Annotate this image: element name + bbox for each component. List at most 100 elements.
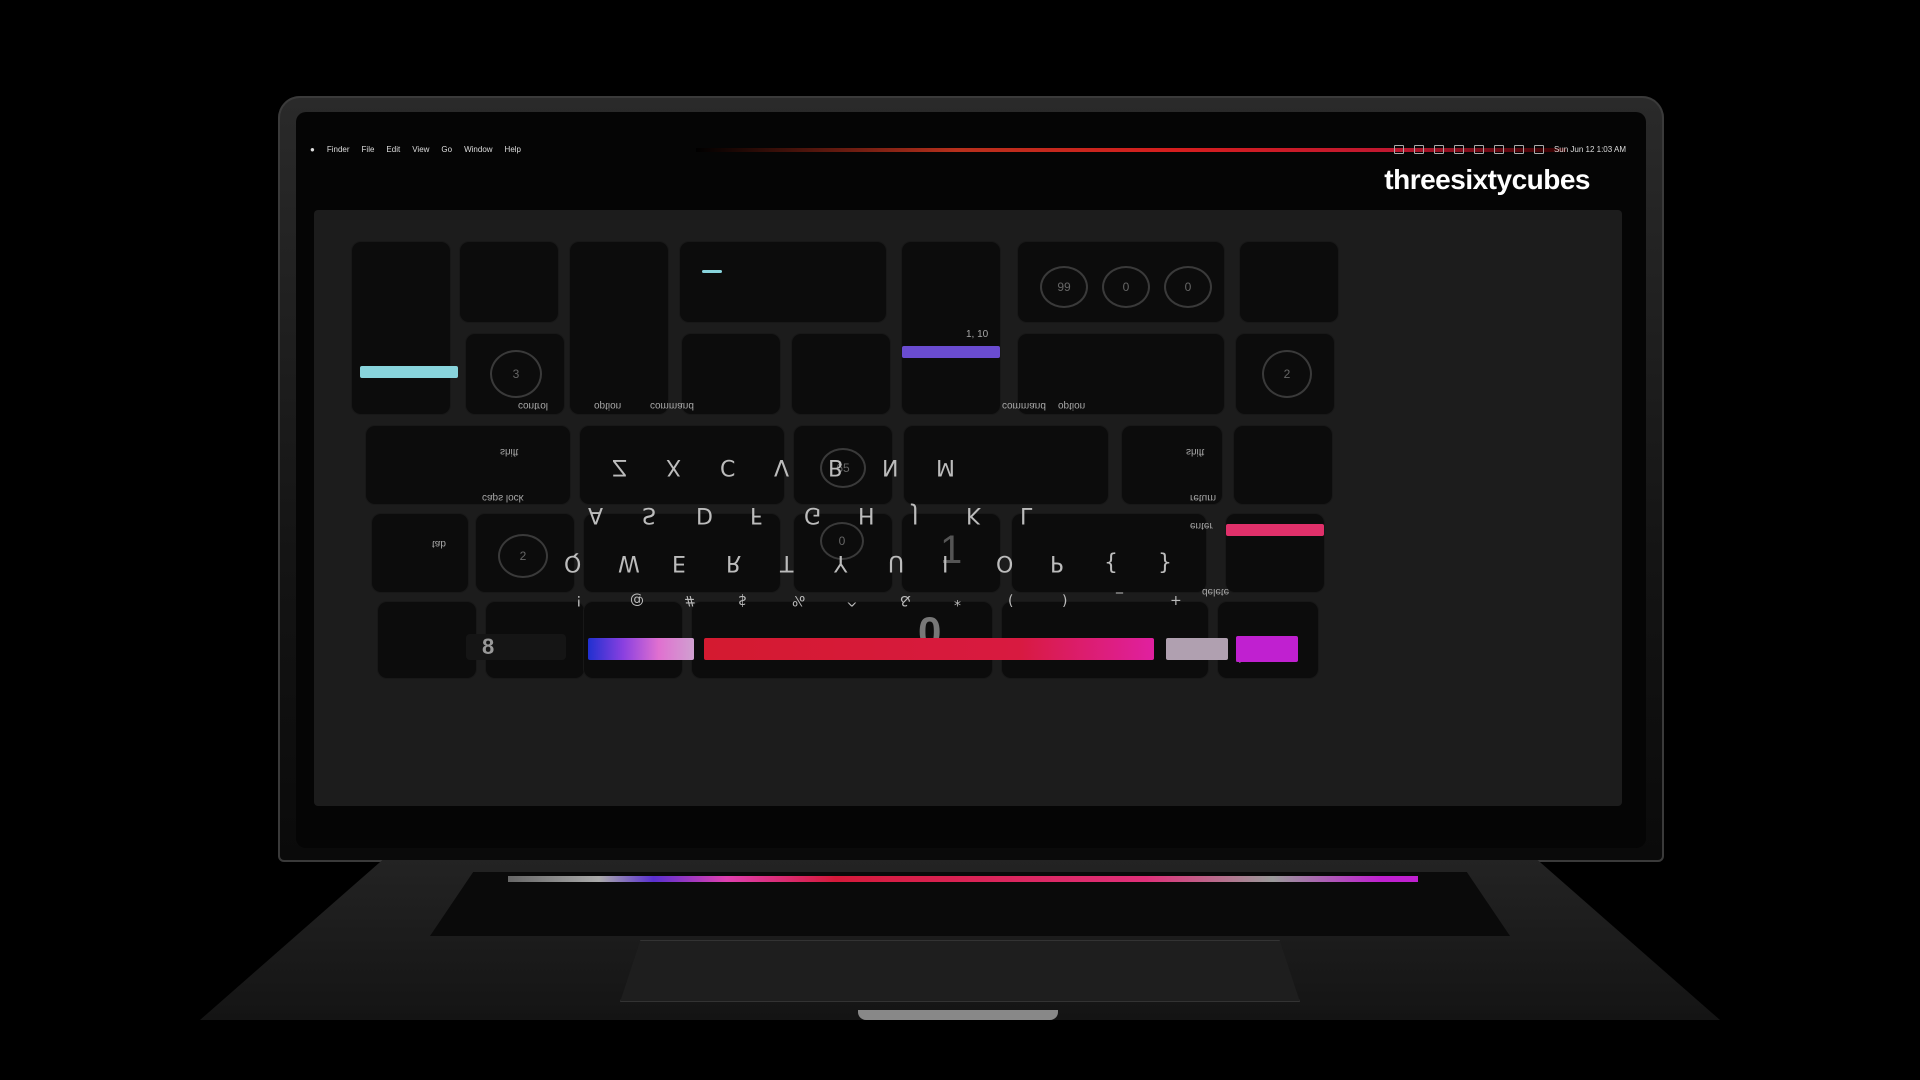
glyph-paren-close: ) bbox=[1062, 592, 1068, 608]
key-tile[interactable] bbox=[904, 426, 1108, 504]
glyph-k: K bbox=[966, 502, 981, 527]
menu-window[interactable]: Window bbox=[464, 145, 492, 154]
status-icon[interactable] bbox=[1433, 144, 1444, 154]
key-tile[interactable]: 2 bbox=[476, 514, 574, 592]
status-icon[interactable] bbox=[1393, 144, 1404, 154]
label-option: option bbox=[594, 400, 622, 411]
key-tile[interactable] bbox=[460, 242, 558, 322]
dial[interactable]: 3 bbox=[490, 350, 542, 398]
key-tile[interactable] bbox=[1240, 242, 1338, 322]
key-tile[interactable] bbox=[682, 334, 780, 414]
volume-icon[interactable] bbox=[1533, 144, 1544, 154]
glyph-d: D bbox=[696, 502, 713, 527]
glyph-underscore: _ bbox=[1116, 592, 1123, 608]
keyboard-visualizer-panel: 1, 10 99 0 0 3 2 65 2 0 1 0 8 control op… bbox=[314, 210, 1622, 806]
glyph-q: Q bbox=[564, 550, 582, 575]
big-digit-8: 8 bbox=[482, 634, 495, 659]
glyph-u: U bbox=[888, 550, 905, 575]
glyph-caret: ^ bbox=[846, 592, 858, 608]
glyph-c: C bbox=[720, 454, 736, 479]
label-tab: tab bbox=[432, 538, 446, 549]
key-tile[interactable] bbox=[1234, 426, 1332, 504]
dial[interactable]: 99 bbox=[1040, 266, 1088, 308]
glyph-w: W bbox=[618, 550, 640, 575]
level-bar-purple bbox=[902, 346, 1000, 358]
glyph-j: J bbox=[912, 502, 919, 527]
glyph-plus: + bbox=[1170, 592, 1182, 608]
glyph-v: V bbox=[774, 454, 790, 479]
trackpad[interactable] bbox=[620, 940, 1300, 1002]
touchbar-key[interactable]: 8 bbox=[466, 634, 566, 660]
key-tile[interactable] bbox=[570, 242, 668, 414]
glyph-y: Y bbox=[834, 550, 848, 575]
touchbar-grey-bar[interactable] bbox=[1166, 638, 1228, 660]
key-tile[interactable] bbox=[378, 602, 476, 678]
key-tile[interactable]: 1, 10 bbox=[902, 242, 1000, 414]
glyph-n: N bbox=[882, 454, 899, 479]
menubar-clock[interactable]: Sun Jun 12 1:03 AM bbox=[1554, 145, 1626, 154]
key-tile[interactable]: 3 bbox=[466, 334, 564, 414]
level-bar-pink bbox=[1226, 524, 1324, 536]
label-option-right: option bbox=[1058, 400, 1086, 411]
touchbar-red-bar[interactable] bbox=[704, 638, 1154, 660]
key-tile[interactable] bbox=[1018, 334, 1224, 414]
menu-help[interactable]: Help bbox=[505, 145, 521, 154]
key-tile[interactable] bbox=[372, 514, 468, 592]
glyph-m: M bbox=[936, 454, 955, 479]
label-shift-right: shift bbox=[1186, 446, 1205, 457]
key-tile[interactable] bbox=[792, 334, 890, 414]
key-tile[interactable] bbox=[1226, 514, 1324, 592]
wifi-icon[interactable] bbox=[1493, 144, 1504, 154]
menu-finder[interactable]: Finder bbox=[327, 145, 350, 154]
label-control: control bbox=[518, 400, 549, 411]
glyph-f: F bbox=[750, 502, 763, 527]
touchbar-gradient-bar[interactable] bbox=[588, 638, 694, 660]
menubar: ● Finder File Edit View Go Window Help S… bbox=[296, 142, 1646, 156]
glyph-i: I bbox=[942, 550, 949, 575]
key-tile[interactable] bbox=[352, 242, 458, 414]
brand-title: threesixtycubes bbox=[1384, 164, 1590, 195]
glyph-z: Z bbox=[612, 454, 628, 479]
search-icon[interactable] bbox=[1513, 144, 1524, 154]
hinge-notch bbox=[858, 1010, 1058, 1020]
level-bar-cyan bbox=[360, 366, 458, 378]
glyph-b: B bbox=[828, 454, 844, 479]
label-delete: delete bbox=[1202, 586, 1230, 597]
key-tile[interactable]: 99 0 0 bbox=[1018, 242, 1224, 322]
glyph-o: O bbox=[996, 550, 1014, 575]
glyph-brace-open: { bbox=[1104, 550, 1118, 575]
dial[interactable]: 0 bbox=[1164, 266, 1212, 308]
glyph-brace-close: } bbox=[1158, 550, 1172, 575]
battery-icon[interactable] bbox=[1473, 144, 1484, 154]
glyph-e: E bbox=[672, 550, 686, 575]
touchbar-magenta-bar[interactable] bbox=[1236, 636, 1298, 662]
key-tile[interactable]: 2 bbox=[1236, 334, 1334, 414]
label-command: command bbox=[650, 400, 694, 411]
menu-file[interactable]: File bbox=[362, 145, 375, 154]
menu-view[interactable]: View bbox=[412, 145, 429, 154]
ratio-label: 1, 10 bbox=[966, 329, 989, 340]
glyph-star: * bbox=[954, 592, 961, 608]
label-shift: shift bbox=[500, 446, 519, 457]
dial[interactable]: 2 bbox=[1262, 350, 1312, 398]
menu-go[interactable]: Go bbox=[441, 145, 452, 154]
label-return: return bbox=[1190, 492, 1217, 503]
dial[interactable]: 0 bbox=[1102, 266, 1150, 308]
glyph-dollar: $ bbox=[738, 592, 747, 608]
label-caps-lock: caps lock bbox=[482, 492, 524, 503]
menu-edit[interactable]: Edit bbox=[386, 145, 400, 154]
dial[interactable]: 2 bbox=[498, 534, 548, 578]
key-tile[interactable] bbox=[366, 426, 570, 504]
slider-cyan bbox=[702, 270, 722, 273]
status-icon[interactable] bbox=[1413, 144, 1424, 154]
glyph-a: A bbox=[588, 502, 604, 527]
apple-icon[interactable]: ● bbox=[310, 145, 315, 154]
key-tile[interactable] bbox=[680, 242, 886, 322]
menubar-right: Sun Jun 12 1:03 AM bbox=[1393, 144, 1626, 154]
glyph-ampersand: & bbox=[900, 592, 911, 608]
glyph-paren-open: ( bbox=[1008, 592, 1014, 608]
glyph-g: G bbox=[804, 502, 822, 527]
status-icon[interactable] bbox=[1453, 144, 1464, 154]
laptop-screen: ● Finder File Edit View Go Window Help S… bbox=[296, 112, 1646, 848]
key-tile[interactable] bbox=[580, 426, 784, 504]
